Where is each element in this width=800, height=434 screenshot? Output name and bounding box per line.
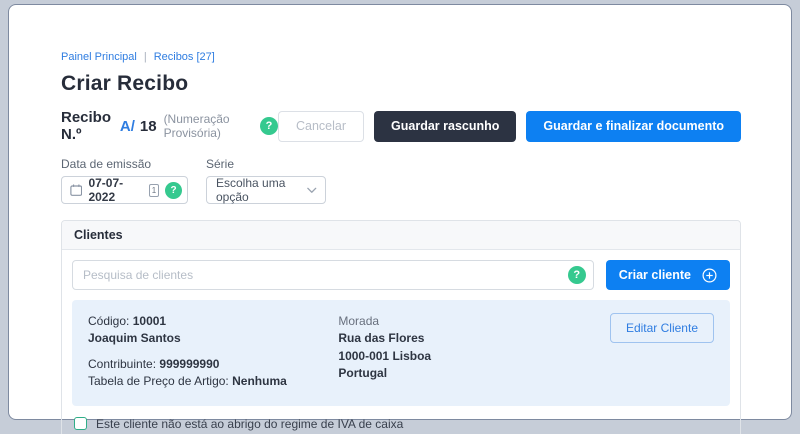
address-line-1: Rua das Flores [338, 331, 425, 346]
create-client-button[interactable]: Criar cliente [605, 260, 730, 290]
receipt-number: Recibo N.º A/ 18 (Numeração Provisória) … [61, 109, 278, 143]
series-select[interactable]: Escolha uma opção [206, 176, 326, 204]
iva-checkbox-row[interactable]: Este cliente não está ao abrigo do regim… [72, 417, 730, 431]
fields-row: Data de emissão 07-07-2022 1 ? Série Esc… [61, 157, 741, 204]
save-finalize-button[interactable]: Guardar e finalizar documento [526, 110, 741, 142]
series-field: Série Escolha uma opção [206, 157, 326, 204]
client-vat: Contribuinte: 999999990 [88, 356, 220, 371]
client-code: Código: 10001 [88, 314, 167, 328]
receipt-number-value: 18 [139, 117, 157, 135]
client-price-table: Tabela de Preço de Artigo: Nenhuma [88, 374, 287, 389]
issue-date-value: 07-07-2022 [88, 176, 124, 204]
client-card: Código: 10001 Joaquim Santos Contribuint… [72, 300, 730, 406]
clients-panel-body: ? Criar cliente Código: 10001 Joaquim Sa… [62, 250, 740, 434]
main-card: Painel Principal | Recibos [27] Criar Re… [8, 4, 792, 434]
cancel-button[interactable]: Cancelar [278, 110, 365, 142]
iva-checkbox-label: Este cliente não está ao abrigo do regim… [96, 416, 404, 431]
breadcrumb-link-painel-principal[interactable]: Painel Principal [61, 51, 137, 63]
client-search-wrap: ? [72, 260, 594, 290]
address-label: Morada [338, 314, 380, 328]
issue-date-input[interactable]: 07-07-2022 1 ? [61, 176, 188, 204]
edit-client-button[interactable]: Editar Cliente [609, 313, 714, 343]
date-shortcut-icon: 1 [149, 183, 159, 197]
client-address-column: Morada Rua das Flores 1000-001 Lisboa Po… [338, 313, 610, 391]
header-row: Recibo N.º A/ 18 (Numeração Provisória) … [61, 109, 741, 143]
address-line-3: Portugal [338, 366, 388, 381]
breadcrumb-link-recibos[interactable]: Recibos [27] [154, 51, 215, 63]
issue-date-help-icon[interactable]: ? [165, 181, 182, 199]
client-name: Joaquim Santos [88, 331, 181, 346]
address-line-2: 1000-001 Lisboa [338, 348, 432, 363]
header-actions: Cancelar Guardar rascunho Guardar e fina… [278, 110, 741, 142]
issue-date-field: Data de emissão 07-07-2022 1 ? [61, 157, 188, 204]
create-client-label: Criar cliente [618, 268, 691, 282]
page-title: Criar Recibo [61, 72, 189, 95]
chevron-down-icon [307, 187, 317, 193]
client-search-help-icon[interactable]: ? [567, 266, 586, 284]
series-label: Série [206, 157, 235, 171]
breadcrumb: Painel Principal | Recibos [27] [61, 51, 741, 63]
client-details-column: Código: 10001 Joaquim Santos Contribuint… [88, 313, 338, 391]
receipt-help-icon[interactable]: ? [260, 117, 278, 135]
issue-date-label: Data de emissão [61, 157, 152, 171]
receipt-note: (Numeração Provisória) [163, 112, 230, 140]
save-draft-button[interactable]: Guardar rascunho [374, 110, 517, 142]
calendar-icon [70, 184, 83, 196]
iva-checkbox[interactable] [74, 417, 87, 431]
receipt-label: Recibo N.º [61, 109, 112, 143]
clients-panel: Clientes ? Criar cliente [61, 220, 741, 434]
clients-panel-header: Clientes [62, 221, 740, 250]
client-search-row: ? Criar cliente [72, 260, 730, 290]
client-search-input[interactable] [72, 260, 594, 290]
series-selected-value: Escolha uma opção [216, 176, 286, 204]
breadcrumb-separator: | [143, 51, 147, 63]
plus-circle-icon [702, 267, 717, 283]
receipt-series-prefix: A/ [119, 117, 135, 135]
